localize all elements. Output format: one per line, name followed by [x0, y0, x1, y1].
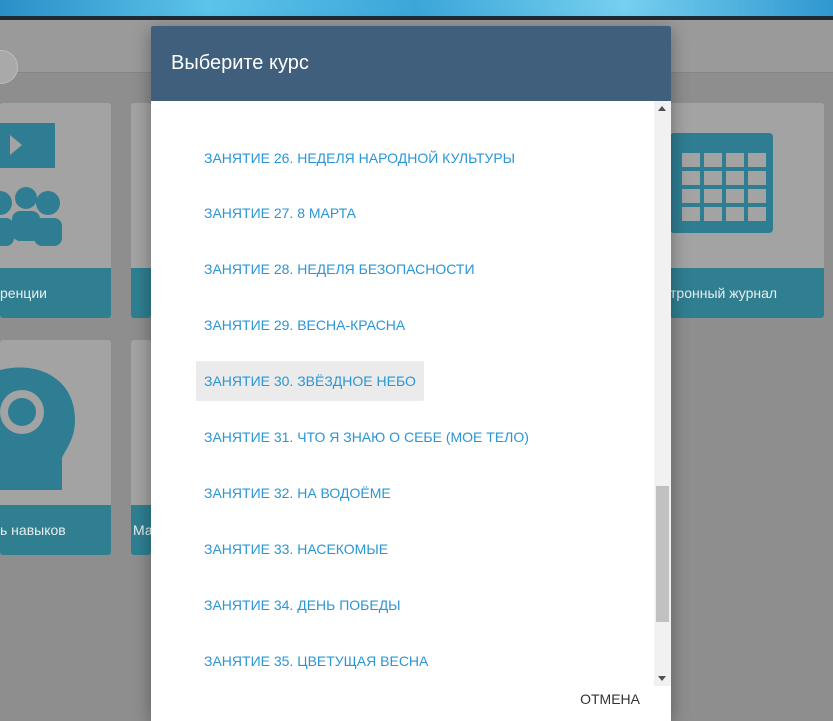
course-item[interactable]: Занятие 33. Насекомые: [196, 529, 396, 569]
course-item[interactable]: Занятие 27. 8 Марта: [196, 193, 364, 233]
tile-label: ренции: [0, 268, 111, 318]
tile-label: Ма: [131, 505, 151, 555]
scroll-up-icon[interactable]: [658, 106, 666, 111]
presentation-icon: [0, 123, 62, 246]
tile-electronic-journal[interactable]: тронный журнал: [670, 103, 824, 318]
course-item[interactable]: Занятие 32. На водоёме: [196, 473, 399, 513]
course-item[interactable]: Занятие 29. Весна-красна: [196, 305, 413, 345]
course-list[interactable]: Занятие 26. Неделя народной культуры Зан…: [151, 101, 654, 686]
cancel-button[interactable]: Отмена: [574, 686, 646, 712]
course-select-dialog: Выберите курс Занятие 26. Неделя народно…: [151, 26, 671, 721]
course-item[interactable]: Занятие 34. День Победы: [196, 585, 409, 625]
tile-label: [131, 268, 151, 318]
tile-label: тронный журнал: [670, 268, 824, 318]
head-brain-icon: [0, 367, 75, 490]
tile-skills[interactable]: ь навыков: [0, 340, 111, 555]
dialog-footer: Отмена: [151, 686, 671, 721]
course-item-hovered[interactable]: Занятие 30. Звёздное небо: [196, 361, 424, 401]
menu-toggle-button[interactable]: [0, 50, 18, 84]
scroll-thumb[interactable]: [656, 486, 669, 622]
course-item[interactable]: Занятие 28. Неделя безопасности: [196, 249, 483, 289]
grid-journal-icon: [670, 133, 773, 233]
tile-partial[interactable]: [131, 103, 151, 318]
tile-label: ь навыков: [0, 505, 111, 555]
tile-partial[interactable]: Ма: [131, 340, 151, 555]
course-item[interactable]: Занятие 35. Цветущая весна: [196, 641, 436, 681]
scroll-down-icon[interactable]: [658, 676, 666, 681]
list-scrollbar[interactable]: [654, 101, 671, 686]
tile-conferences[interactable]: ренции: [0, 103, 111, 318]
course-item[interactable]: Занятие 31. Что я знаю о себе (мое тело): [196, 417, 537, 457]
dialog-title: Выберите курс: [151, 26, 671, 101]
course-item[interactable]: Занятие 26. Неделя народной культуры: [196, 138, 523, 178]
